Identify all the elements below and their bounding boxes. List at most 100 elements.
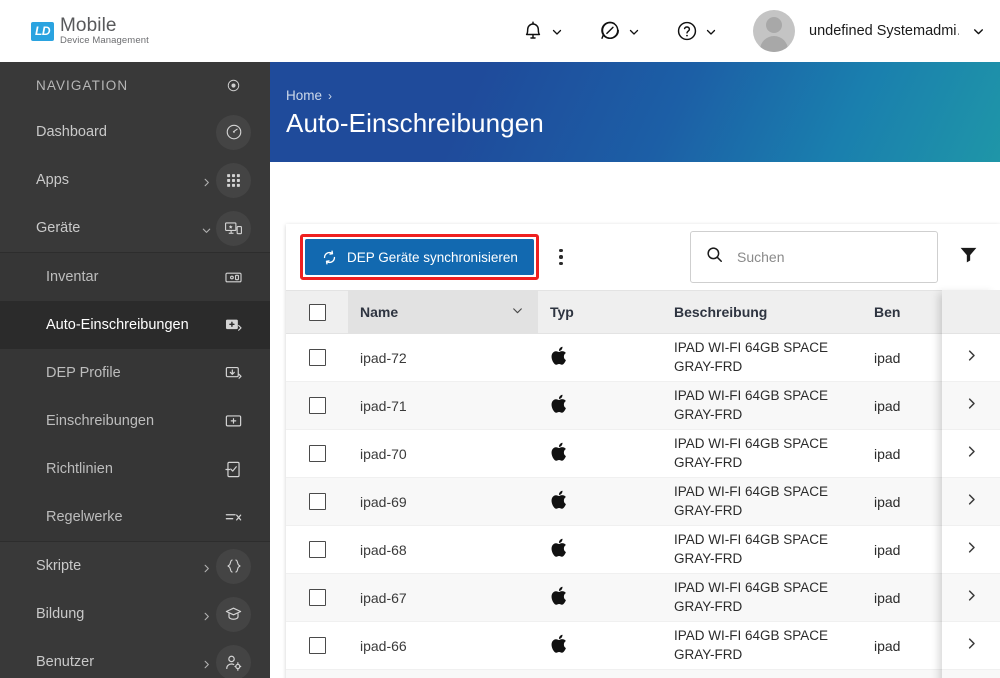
messages-menu[interactable] [599, 20, 640, 42]
sidebar-item-richtlinien[interactable]: Richtlinien [0, 445, 270, 493]
cell-name: ipad-69 [360, 493, 407, 510]
search-icon [705, 245, 724, 269]
chevron-right-icon [964, 492, 979, 512]
inventory-icon [216, 260, 251, 295]
row-checkbox[interactable] [308, 637, 326, 654]
sidebar-item-regelwerke[interactable]: Regelwerke [0, 493, 270, 541]
row-checkbox[interactable] [308, 541, 326, 558]
table-row[interactable]: ipad-68 IPAD WI-FI 64GB SPACE GRAY-FRD i… [286, 526, 1000, 574]
sidebar-item-dep-profile[interactable]: DEP Profile [0, 349, 270, 397]
devices-icon [216, 210, 251, 246]
row-detail-button[interactable] [942, 478, 1000, 526]
brand-mark-icon: LD [31, 21, 54, 41]
table-row[interactable]: ipad-65 IPAD WI-FI 64GB SPACE GRAY- ipad [286, 670, 1000, 678]
refresh-icon [321, 249, 338, 266]
sidebar-item-skripte[interactable]: Skripte [0, 542, 270, 590]
table-toolbar: DEP Geräte synchronisieren [286, 224, 1000, 290]
sidebar-item-dashboard[interactable]: Dashboard [0, 108, 270, 156]
cell-beschreibung: IPAD WI-FI 64GB SPACE GRAY-FRD [674, 532, 829, 566]
row-detail-button[interactable] [942, 622, 1000, 670]
sidebar-item-label: Skripte [36, 558, 82, 574]
row-detail-button[interactable] [942, 334, 1000, 382]
sync-dep-devices-button[interactable]: DEP Geräte synchronisieren [305, 239, 534, 275]
row-detail-button[interactable] [942, 574, 1000, 622]
table-row[interactable]: ipad-69 IPAD WI-FI 64GB SPACE GRAY-FRD i… [286, 478, 1000, 526]
brand-title: Mobile [60, 15, 117, 37]
cell-typ [538, 634, 672, 657]
column-header-label: Name [360, 304, 399, 320]
cell-typ [538, 346, 672, 369]
help-menu[interactable] [676, 20, 717, 42]
auto-enroll-icon [216, 308, 251, 343]
row-detail-button[interactable] [942, 430, 1000, 478]
select-all-checkbox[interactable] [308, 303, 326, 321]
row-detail-button[interactable] [942, 670, 1000, 678]
sidebar-item-label: Regelwerke [46, 509, 123, 525]
sidebar-item-label: DEP Profile [46, 365, 121, 381]
page-title: Auto-Einschreibungen [286, 108, 544, 138]
filter-button[interactable] [946, 235, 990, 279]
row-select-cell [286, 349, 348, 366]
chevron-down-icon [705, 25, 717, 37]
table-row[interactable]: ipad-72 IPAD WI-FI 64GB SPACE GRAY-FRD i… [286, 334, 1000, 382]
brand-text: Mobile Device Management [60, 16, 149, 46]
row-select-cell [286, 637, 348, 654]
sidebar-item-auto-einschreibungen[interactable]: Auto-Einschreibungen [0, 301, 270, 349]
cell-typ [538, 490, 672, 513]
row-checkbox[interactable] [308, 349, 326, 366]
table-row[interactable]: ipad-67 IPAD WI-FI 64GB SPACE GRAY-FRD i… [286, 574, 1000, 622]
more-vertical-icon[interactable] [547, 240, 575, 274]
kebab-dot [559, 261, 563, 266]
sidebar-item-benutzer[interactable]: Benutzer [0, 638, 270, 678]
table-row[interactable]: ipad-66 IPAD WI-FI 64GB SPACE GRAY-FRD i… [286, 622, 1000, 670]
apple-icon [550, 490, 567, 513]
table-row[interactable]: ipad-70 IPAD WI-FI 64GB SPACE GRAY-FRD i… [286, 430, 1000, 478]
sidebar-item-label: Geräte [36, 220, 81, 236]
row-select-cell [286, 445, 348, 462]
column-header-typ[interactable]: Typ [538, 304, 672, 320]
table-header-row: Name Typ Beschreibung Ben [286, 290, 1000, 334]
row-checkbox[interactable] [308, 493, 326, 510]
sidebar-item-inventar[interactable]: Inventar [0, 253, 270, 301]
cell-beschreibung: IPAD WI-FI 64GB SPACE GRAY-FRD [674, 388, 829, 422]
cell-typ [538, 442, 672, 465]
user-gear-icon [216, 644, 251, 678]
chevron-right-icon [201, 609, 212, 620]
row-detail-button[interactable] [942, 526, 1000, 574]
sidebar-item-apps[interactable]: Apps [0, 156, 270, 204]
breadcrumb-home-link[interactable]: Home [286, 88, 322, 103]
help-icon [676, 20, 698, 42]
select-all-cell [286, 303, 348, 321]
row-checkbox[interactable] [308, 397, 326, 414]
avatar [753, 10, 795, 52]
download-screen-icon [216, 356, 251, 391]
sidebar-item-einschreibungen[interactable]: Einschreibungen [0, 397, 270, 445]
sidebar-item-bildung[interactable]: Bildung [0, 590, 270, 638]
cell-typ [538, 586, 672, 609]
sidebar-item-geraete[interactable]: Geräte [0, 204, 270, 252]
table-row[interactable]: ipad-71 IPAD WI-FI 64GB SPACE GRAY-FRD i… [286, 382, 1000, 430]
column-header-name[interactable]: Name [348, 290, 538, 334]
column-header-beschreibung[interactable]: Beschreibung [672, 304, 872, 320]
rules-icon [216, 500, 251, 535]
chevron-right-icon [964, 588, 979, 608]
search-input[interactable] [737, 249, 902, 265]
apple-icon [550, 346, 567, 369]
sidebar-item-label: Richtlinien [46, 461, 113, 477]
chevron-right-icon [964, 396, 979, 416]
target-icon[interactable] [216, 68, 251, 103]
search-box[interactable] [690, 231, 938, 283]
kebab-dot [559, 248, 563, 253]
notifications-menu[interactable] [522, 20, 563, 42]
sync-button-label: DEP Geräte synchronisieren [347, 249, 518, 265]
user-menu[interactable]: undefined Systemadmi… [753, 10, 984, 52]
table-body: ipad-72 IPAD WI-FI 64GB SPACE GRAY-FRD i… [286, 334, 1000, 678]
brand-logo[interactable]: LD Mobile Device Management [31, 16, 149, 46]
cell-name: ipad-67 [360, 589, 407, 606]
row-detail-button[interactable] [942, 382, 1000, 430]
apple-icon [550, 634, 567, 657]
row-checkbox[interactable] [308, 589, 326, 606]
sidebar-item-label: Einschreibungen [46, 413, 155, 429]
row-checkbox[interactable] [308, 445, 326, 462]
cell-beschreibung: IPAD WI-FI 64GB SPACE GRAY-FRD [674, 580, 829, 614]
